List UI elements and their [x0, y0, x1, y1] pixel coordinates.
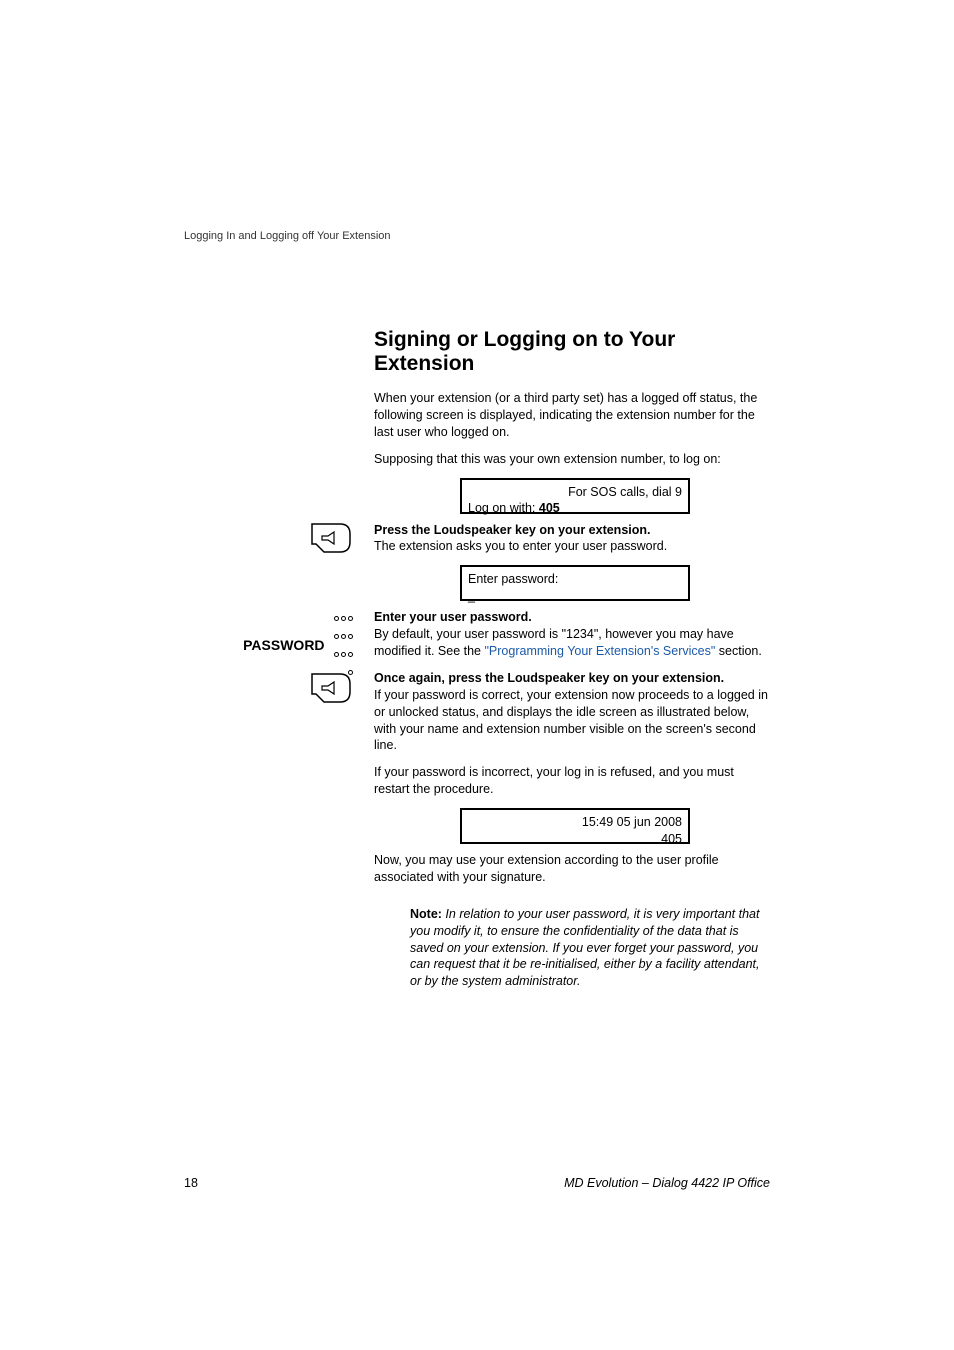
lcd-screen-logon: For SOS calls, dial 9 Log on with: 405: [460, 478, 690, 514]
password-label: PASSWORD: [243, 637, 324, 653]
intro-para-2: Supposing that this was your own extensi…: [374, 451, 770, 468]
loudspeaker-icon: [184, 672, 354, 711]
loudspeaker-icon: [184, 522, 354, 561]
step-2-heading: Enter your user password.: [374, 610, 532, 624]
closing-para: Now, you may use your extension accordin…: [374, 852, 770, 886]
note-block: Note: In relation to your user password,…: [410, 906, 770, 990]
page-footer: 18 MD Evolution – Dialog 4422 IP Office: [184, 1176, 770, 1190]
password-keypad-icon: PASSWORD: [184, 609, 354, 681]
lcd-line: For SOS calls, dial 9: [468, 484, 682, 501]
programming-services-link[interactable]: "Programming Your Extension's Services": [484, 644, 715, 658]
lcd-text-bold: 405: [539, 501, 560, 515]
note-body: In relation to your user password, it is…: [410, 907, 760, 989]
step-2-text-b: section.: [715, 644, 762, 658]
lcd-screen-idle: 15:49 05 jun 2008 405: [460, 808, 690, 844]
section-title: Signing or Logging on to Your Extension: [374, 328, 770, 376]
step-1: Press the Loudspeaker key on your extens…: [374, 522, 770, 556]
lcd-line: Enter password:: [468, 571, 682, 588]
step-3-heading: Once again, press the Loudspeaker key on…: [374, 671, 724, 685]
running-head: Logging In and Logging off Your Extensio…: [184, 230, 770, 242]
step-1-text: The extension asks you to enter your use…: [374, 539, 667, 553]
lcd-text: Log on with:: [468, 501, 539, 515]
doc-title: MD Evolution – Dialog 4422 IP Office: [564, 1176, 770, 1190]
step-2: Enter your user password. By default, yo…: [374, 609, 770, 660]
step-3-text-2: If your password is incorrect, your log …: [374, 764, 770, 798]
step-3: Once again, press the Loudspeaker key on…: [374, 670, 770, 754]
intro-para-1: When your extension (or a third party se…: [374, 390, 770, 441]
page: Logging In and Logging off Your Extensio…: [0, 0, 954, 1350]
note-label: Note:: [410, 907, 442, 921]
lcd-line: 15:49 05 jun 2008: [468, 814, 682, 831]
step-1-heading: Press the Loudspeaker key on your extens…: [374, 523, 650, 537]
page-number: 18: [184, 1176, 198, 1190]
lcd-screen-password: Enter password: _: [460, 565, 690, 601]
keypad-icon: [333, 609, 354, 681]
step-3-text: If your password is correct, your extens…: [374, 688, 768, 753]
